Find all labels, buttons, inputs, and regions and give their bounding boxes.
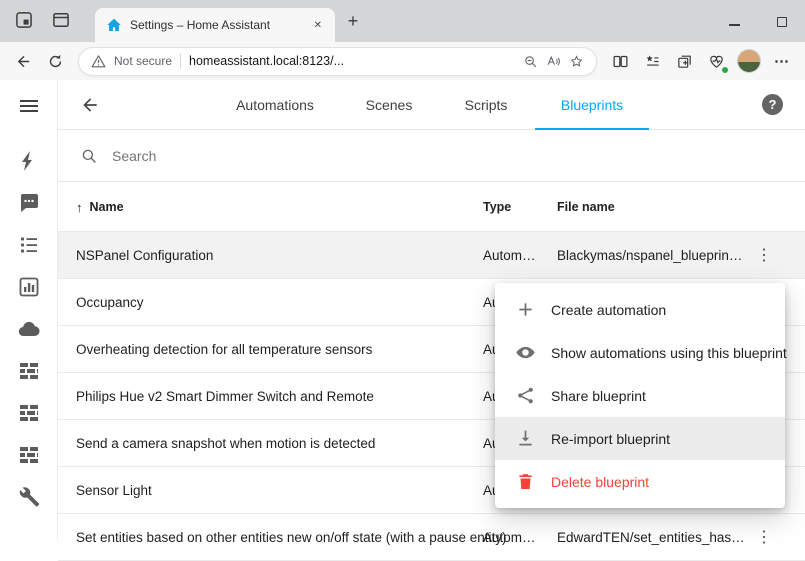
sidebar-rail xyxy=(0,80,58,540)
tab-automations[interactable]: Automations xyxy=(236,80,314,130)
column-name-label: Name xyxy=(90,200,124,214)
row-file: Blackymas/nspanel_blueprin… xyxy=(557,232,742,279)
favorite-star-icon[interactable] xyxy=(569,54,584,69)
read-aloud-icon[interactable] xyxy=(546,54,561,69)
url-text: homeassistant.local:8123/... xyxy=(189,54,344,68)
table-header: ↑ Name Type File name xyxy=(58,182,805,232)
menu-item-label: Show automations using this blueprint xyxy=(551,345,787,361)
table-row[interactable]: NSPanel Configuration Autom… Blackymas/n… xyxy=(58,232,805,279)
address-bar[interactable]: Not secure homeassistant.local:8123/... xyxy=(78,47,597,76)
search-bar xyxy=(58,130,805,182)
menu-item-delete-blueprint[interactable]: Delete blueprint xyxy=(495,460,785,503)
row-name: Send a camera snapshot when motion is de… xyxy=(76,420,375,467)
workspaces-icon[interactable] xyxy=(14,10,34,30)
tab-close-icon[interactable]: ✕ xyxy=(309,17,327,34)
energy-icon[interactable] xyxy=(17,149,41,173)
menu-item-create-automation[interactable]: Create automation xyxy=(495,288,785,331)
new-tab-button[interactable]: + xyxy=(341,9,365,33)
column-header-name[interactable]: ↑ Name xyxy=(76,182,124,232)
split-screen-icon[interactable] xyxy=(605,46,635,76)
window-minimize-button[interactable] xyxy=(729,24,740,26)
column-header-file[interactable]: File name xyxy=(557,182,615,232)
page-header: Automations Scenes Scripts Blueprints ? xyxy=(58,80,805,130)
window-maximize-button[interactable] xyxy=(777,17,787,27)
tab-scenes[interactable]: Scenes xyxy=(366,80,413,130)
row-file: EdwardTEN/set_entities_has… xyxy=(557,514,745,561)
tab-actions-icon[interactable] xyxy=(51,10,71,30)
profile-avatar[interactable] xyxy=(737,49,761,73)
plus-icon xyxy=(515,299,536,320)
search-icon xyxy=(80,147,98,165)
row-context-menu: Create automation Show automations using… xyxy=(495,283,785,508)
row-overflow-menu-icon[interactable]: ⋮ xyxy=(752,232,776,279)
browser-essentials-icon[interactable] xyxy=(701,46,731,76)
tab-title: Settings – Home Assistant xyxy=(130,18,309,32)
row-name: Overheating detection for all temperatur… xyxy=(76,326,372,373)
trash-icon xyxy=(515,471,536,492)
titlebar-left-actions xyxy=(14,10,71,30)
menu-item-label: Delete blueprint xyxy=(551,474,649,490)
assist-chat-icon[interactable] xyxy=(17,191,41,215)
tab-blueprints[interactable]: Blueprints xyxy=(561,80,623,130)
column-header-type[interactable]: Type xyxy=(483,182,511,232)
integration-wall-icon-2[interactable] xyxy=(17,401,41,425)
refresh-button[interactable] xyxy=(40,46,70,76)
menu-icon[interactable] xyxy=(17,94,41,118)
favorites-icon[interactable] xyxy=(637,46,667,76)
row-name: Philips Hue v2 Smart Dimmer Switch and R… xyxy=(76,373,374,420)
todo-list-icon[interactable] xyxy=(17,233,41,257)
menu-item-label: Create automation xyxy=(551,302,666,318)
address-divider xyxy=(180,54,181,69)
collections-icon[interactable] xyxy=(669,46,699,76)
help-icon[interactable]: ? xyxy=(762,94,783,115)
eye-icon xyxy=(515,342,536,363)
settings-more-icon[interactable]: ⋯ xyxy=(767,46,797,76)
warning-icon xyxy=(91,54,106,69)
cloud-icon[interactable] xyxy=(17,317,41,341)
row-name: Occupancy xyxy=(76,279,144,326)
share-icon xyxy=(515,385,536,406)
row-name: NSPanel Configuration xyxy=(76,232,213,279)
back-button[interactable] xyxy=(8,46,38,76)
integration-wall-icon-1[interactable] xyxy=(17,359,41,383)
tools-wrench-icon[interactable] xyxy=(17,485,41,509)
row-type: Autom… xyxy=(483,514,536,561)
table-row[interactable]: Set entities based on other entities new… xyxy=(58,514,805,561)
sort-ascending-icon: ↑ xyxy=(76,200,83,215)
row-type: Autom… xyxy=(483,232,536,279)
browser-toolbar: Not secure homeassistant.local:8123/... … xyxy=(0,42,805,80)
row-name: Sensor Light xyxy=(76,467,152,514)
menu-item-share-blueprint[interactable]: Share blueprint xyxy=(495,374,785,417)
browser-tab[interactable]: Settings – Home Assistant ✕ xyxy=(95,8,335,42)
essentials-status-dot xyxy=(721,66,729,74)
row-name: Set entities based on other entities new… xyxy=(76,514,507,561)
menu-item-label: Share blueprint xyxy=(551,388,646,404)
row-overflow-menu-icon[interactable]: ⋮ xyxy=(752,514,776,561)
home-assistant-favicon xyxy=(106,17,122,33)
menu-item-reimport-blueprint[interactable]: Re-import blueprint xyxy=(495,417,785,460)
browser-titlebar: Settings – Home Assistant ✕ + xyxy=(0,0,805,42)
home-assistant-app: Automations Scenes Scripts Blueprints ? … xyxy=(0,80,805,540)
tab-scripts[interactable]: Scripts xyxy=(465,80,508,130)
page-back-icon[interactable] xyxy=(80,95,100,115)
search-input[interactable] xyxy=(112,148,805,164)
menu-item-show-automations[interactable]: Show automations using this blueprint xyxy=(495,331,785,374)
integration-wall-icon-3[interactable] xyxy=(17,443,41,467)
download-icon xyxy=(515,428,536,449)
security-label: Not secure xyxy=(114,54,172,68)
menu-item-label: Re-import blueprint xyxy=(551,431,670,447)
zoom-out-icon[interactable] xyxy=(523,54,538,69)
history-chart-icon[interactable] xyxy=(17,275,41,299)
